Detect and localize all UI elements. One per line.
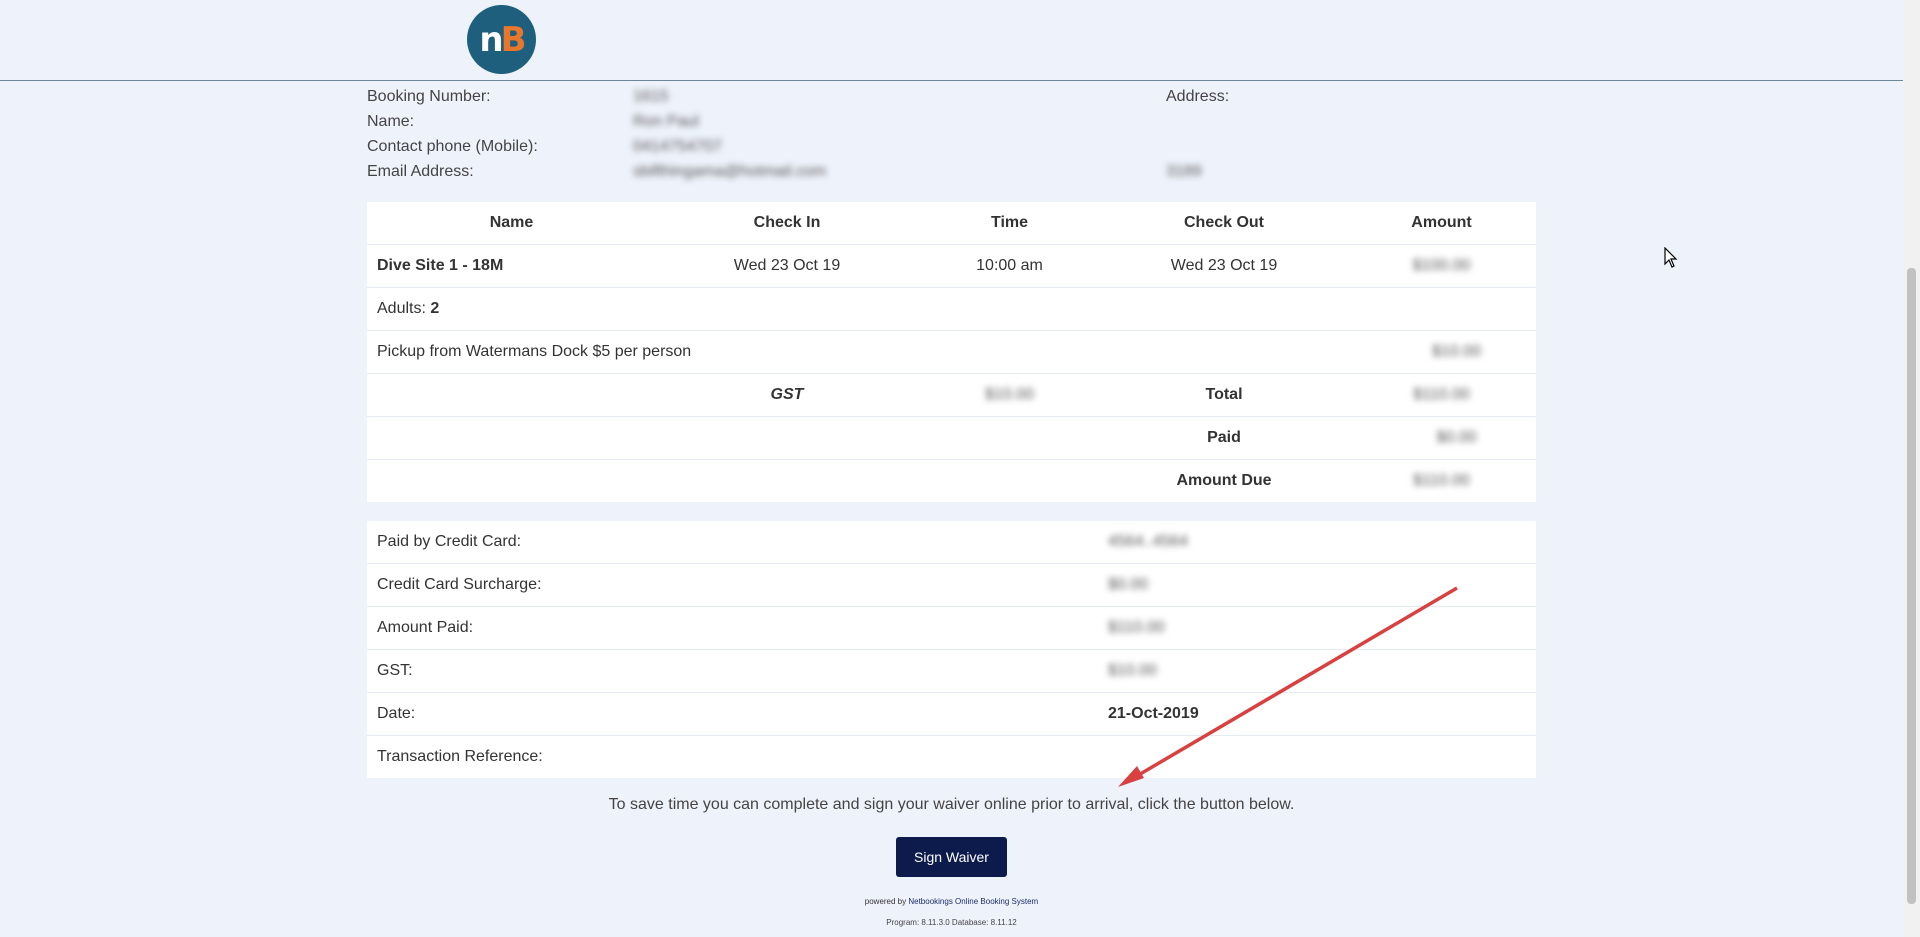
booking-confirmation-page: nB Booking Number: 1615 Name: Ron Paul C…	[0, 0, 1920, 937]
mouse-cursor-icon	[1664, 247, 1678, 268]
vertical-scrollbar[interactable]	[1903, 0, 1920, 937]
annotation-arrow-icon	[1118, 586, 1458, 787]
scrollbar-thumb[interactable]	[1907, 268, 1916, 904]
